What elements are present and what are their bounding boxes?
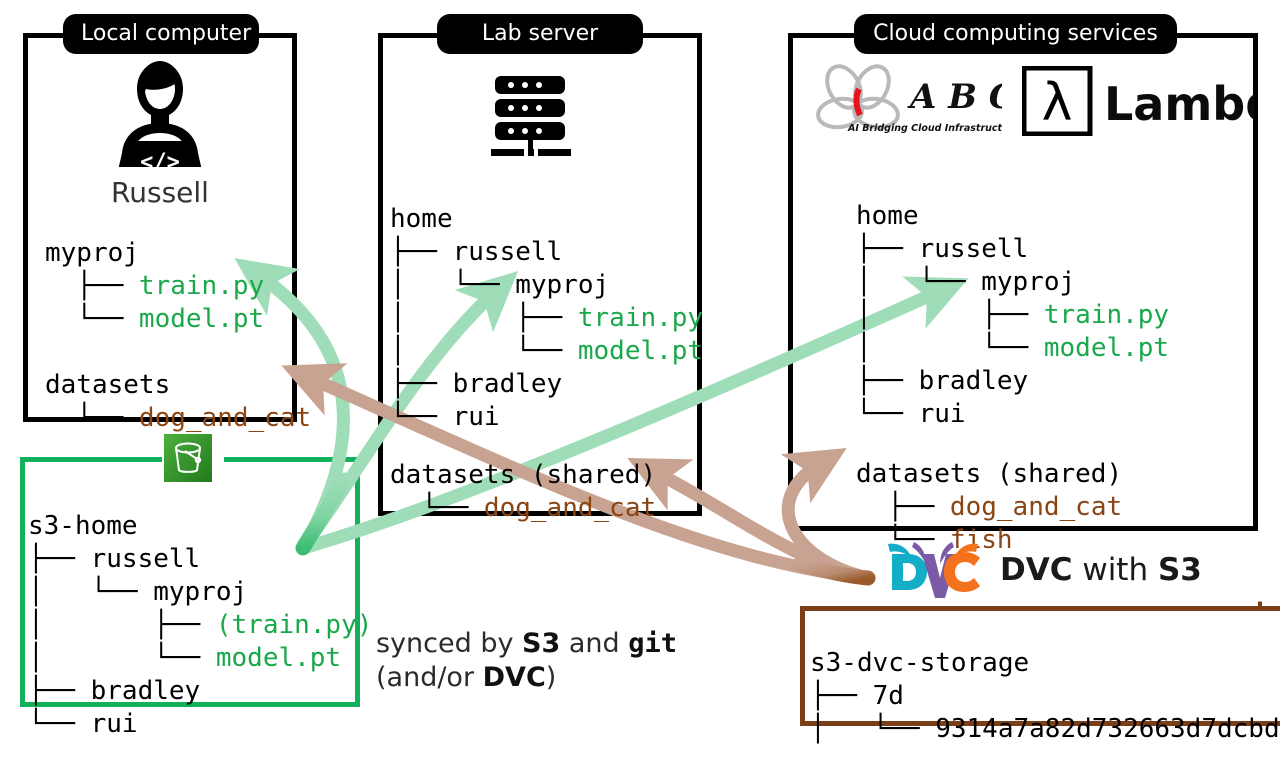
lab-datasets-tree: datasets (shared) └── dog_and_cat bbox=[390, 460, 657, 523]
sync-text-1: synced by bbox=[376, 628, 523, 659]
abci-wordmark: A B C I bbox=[907, 77, 1002, 117]
s3-file-tree: s3-home ├── russell │ └── myproj │ ├── (… bbox=[28, 511, 373, 739]
cloud-home-tree: home ├── russell │ └── myproj │ ├── trai… bbox=[856, 201, 1170, 429]
server-rack-icon bbox=[489, 74, 581, 158]
panel-local-computer-title: Local computer bbox=[63, 14, 259, 54]
panel-cloud-services-title: Cloud computing services bbox=[854, 14, 1177, 54]
sync-text-dvc: DVC bbox=[482, 662, 546, 693]
lambda-glyph: λ bbox=[1042, 73, 1073, 133]
sync-text-s3: S3 bbox=[522, 628, 561, 659]
abci-logo: A B C I AI Bridging Cloud Infrastructure bbox=[810, 63, 1002, 137]
dvc-storage-tree: s3-dvc-storage ├── 7d │ └── 9314a7a82d73… bbox=[810, 648, 1280, 744]
diagram-canvas: Local computer </> Russell myproj ├── tr bbox=[0, 0, 1280, 744]
dvc-caption-with: with bbox=[1072, 552, 1158, 588]
lambda-logo: λ Lambda bbox=[1022, 66, 1254, 136]
dvc-caption-dvc: DVC bbox=[1000, 552, 1073, 588]
sync-text-4: ) bbox=[545, 662, 557, 693]
s3-bucket-icon bbox=[164, 434, 212, 482]
dvc-logo bbox=[882, 540, 992, 602]
dvc-caption-s3: S3 bbox=[1157, 552, 1202, 588]
panel-lab-server-title: Lab server bbox=[437, 14, 643, 54]
local-file-tree: myproj ├── train.py └── model.pt dataset… bbox=[45, 238, 312, 433]
abci-tagline: AI Bridging Cloud Infrastructure bbox=[847, 123, 1002, 134]
sync-caption: synced by S3 and git (and/or DVC) bbox=[376, 627, 677, 695]
sync-text-2: and bbox=[560, 628, 629, 659]
lab-home-tree: home ├── russell │ └── myproj │ ├── trai… bbox=[390, 204, 704, 432]
dvc-caption: DVC with S3 bbox=[1000, 552, 1202, 588]
lambda-wordmark: Lambda bbox=[1104, 77, 1254, 131]
person-at-laptop-icon: </> bbox=[104, 57, 216, 167]
sync-text-3: (and/or bbox=[376, 662, 483, 693]
svg-text:</>: </> bbox=[140, 150, 180, 167]
sync-text-git: git bbox=[628, 628, 678, 659]
